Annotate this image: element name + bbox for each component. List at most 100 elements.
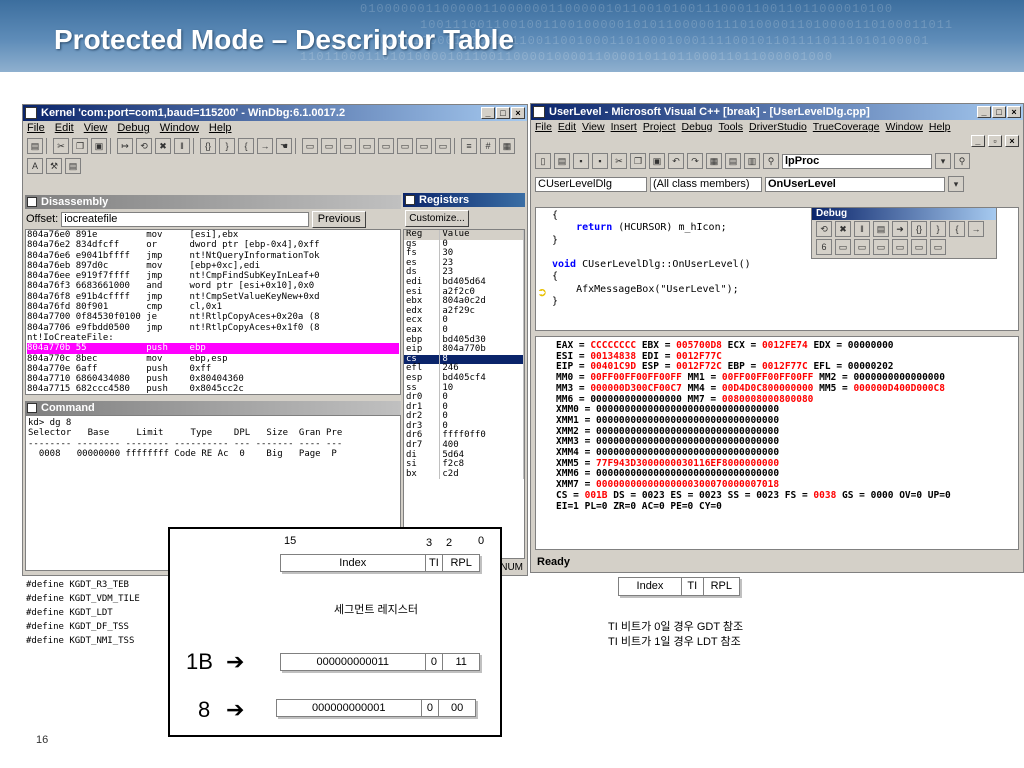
command-window-icon[interactable]: ▭ bbox=[302, 138, 318, 154]
proc-dropdown-arrow-icon[interactable]: ▾ bbox=[935, 153, 951, 169]
run-to-cursor-debug-icon[interactable]: → bbox=[968, 221, 984, 237]
undo-icon[interactable]: ↶ bbox=[668, 153, 684, 169]
cut-icon[interactable]: ✂ bbox=[53, 138, 69, 154]
value-column-header[interactable]: Value bbox=[439, 230, 524, 240]
registers-window-icon[interactable]: ▭ bbox=[359, 138, 375, 154]
vc-cut-icon[interactable]: ✂ bbox=[611, 153, 627, 169]
doc-minimize-button[interactable]: _ bbox=[970, 135, 985, 147]
vc-menu-item[interactable]: TrueCoverage bbox=[813, 120, 880, 135]
function-combo[interactable]: OnUserLevel bbox=[765, 176, 945, 192]
vc-menu-item[interactable]: Edit bbox=[558, 120, 576, 135]
disassembly-line[interactable]: 804a770c 8bec mov ebp,esp bbox=[27, 354, 399, 364]
vc-minimize-button[interactable]: _ bbox=[977, 106, 991, 118]
disassembly-line[interactable]: 804a76fd 80f901 cmp cl,0x1 bbox=[27, 302, 399, 312]
vc-menu-item[interactable]: DriverStudio bbox=[749, 120, 807, 135]
locals-window-icon[interactable]: ▭ bbox=[340, 138, 356, 154]
quickwatch-icon[interactable]: 6 bbox=[816, 239, 832, 255]
menu-view[interactable]: View bbox=[84, 121, 108, 136]
doc-restore-button[interactable]: ▫ bbox=[987, 135, 1002, 147]
disassembly-line[interactable]: 804a76ee e919f7ffff jmp nt!CmpFindSubKey… bbox=[27, 271, 399, 281]
menu-help[interactable]: Help bbox=[209, 121, 232, 136]
restart-icon[interactable]: ⟲ bbox=[136, 138, 152, 154]
vc-menu-item[interactable]: Project bbox=[643, 120, 676, 135]
find-in-files-icon[interactable]: ⚲ bbox=[763, 153, 779, 169]
stop-icon[interactable]: ✖ bbox=[155, 138, 171, 154]
step-out-icon[interactable]: { bbox=[238, 138, 254, 154]
customize-button[interactable]: Customize... bbox=[405, 210, 469, 227]
find-icon[interactable]: ⚲ bbox=[954, 153, 970, 169]
variables-icon[interactable]: ▭ bbox=[854, 239, 870, 255]
disassembly-line[interactable]: 804a76f3 6683661000 and word ptr [esi+0x… bbox=[27, 281, 399, 291]
disassembly-line[interactable]: nt!IoCreateFile: bbox=[27, 333, 399, 343]
window-list-icon[interactable]: ▥ bbox=[744, 153, 760, 169]
menu-edit[interactable]: Edit bbox=[55, 121, 74, 136]
close-button[interactable]: × bbox=[511, 107, 525, 119]
vc-menu-item[interactable]: Insert bbox=[611, 120, 637, 135]
vc-menu-item[interactable]: Tools bbox=[719, 120, 744, 135]
watch-window-icon[interactable]: ▭ bbox=[321, 138, 337, 154]
disassembly-line[interactable]: 804a76e2 834dfcff or dword ptr [ebp-0x4]… bbox=[27, 240, 399, 250]
offset-input[interactable]: iocreatefile bbox=[61, 211, 310, 227]
previous-button[interactable]: Previous bbox=[312, 210, 367, 228]
register-row[interactable]: eip 804a770b bbox=[404, 345, 524, 355]
register-row[interactable]: gs 0 bbox=[404, 239, 524, 250]
vc-paste-icon[interactable]: ▣ bbox=[649, 153, 665, 169]
vc-close-button[interactable]: × bbox=[1007, 106, 1021, 118]
break-execution-icon[interactable]: ‖ bbox=[854, 221, 870, 237]
register-row[interactable]: es 23 bbox=[404, 258, 524, 269]
watch-icon[interactable]: ▭ bbox=[835, 239, 851, 255]
disassembly-icon[interactable]: ▭ bbox=[930, 239, 946, 255]
disassembly-line[interactable]: 804a770e 6aff push 0xff bbox=[27, 364, 399, 374]
vc-copy-icon[interactable]: ❐ bbox=[630, 153, 646, 169]
source-mode-icon[interactable]: ≡ bbox=[461, 138, 477, 154]
doc-close-button[interactable]: × bbox=[1005, 135, 1019, 147]
options-icon[interactable]: ▦ bbox=[499, 138, 515, 154]
callstack-window-icon[interactable]: ▭ bbox=[397, 138, 413, 154]
save-icon[interactable]: ▪ bbox=[573, 153, 589, 169]
disassembly-line[interactable]: 804a76e6 e9041bffff jmp nt!NtQueryInform… bbox=[27, 251, 399, 261]
properties-icon[interactable]: ⚒ bbox=[46, 158, 62, 174]
stop-debug-icon[interactable]: ✖ bbox=[835, 221, 851, 237]
register-row[interactable]: fs 30 bbox=[404, 249, 524, 259]
hand-icon[interactable]: ☚ bbox=[276, 138, 292, 154]
scratchpad-icon[interactable]: ▭ bbox=[435, 138, 451, 154]
disassembly-line[interactable]: 804a7715 682ccc4580 push 0x8045cc2c bbox=[27, 384, 399, 394]
disassembly-line[interactable]: 804a7710 6860434080 push 0x80404360 bbox=[27, 374, 399, 384]
disassembly-line[interactable]: 804a76e0 891e mov [esi],ebx bbox=[27, 230, 399, 240]
disassembly-window-icon[interactable]: ▭ bbox=[416, 138, 432, 154]
save-all-icon[interactable]: ▪ bbox=[592, 153, 608, 169]
vc-menu-item[interactable]: Window bbox=[886, 120, 923, 135]
show-next-statement-icon[interactable]: ➜ bbox=[892, 221, 908, 237]
dock-icon[interactable]: ▤ bbox=[65, 158, 81, 174]
font-icon[interactable]: A bbox=[27, 158, 43, 174]
redo-icon[interactable]: ↷ bbox=[687, 153, 703, 169]
open-folder-icon[interactable]: ▤ bbox=[554, 153, 570, 169]
disassembly-line[interactable]: 804a770b 55 push ebp bbox=[27, 343, 399, 354]
break-icon[interactable]: ‖ bbox=[174, 138, 190, 154]
vc-memory-icon[interactable]: ▭ bbox=[892, 239, 908, 255]
disassembly-line[interactable]: 804a7706 e9fbdd0500 jmp nt!RtlpCopyAces+… bbox=[27, 323, 399, 333]
new-file-icon[interactable]: ▯ bbox=[535, 153, 551, 169]
run-to-cursor-icon[interactable]: → bbox=[257, 138, 273, 154]
apply-code-changes-icon[interactable]: ▤ bbox=[873, 221, 889, 237]
wizard-action-icon[interactable]: ▾ bbox=[948, 176, 964, 192]
vc-menu-item[interactable]: Debug bbox=[682, 120, 713, 135]
minimize-button[interactable]: _ bbox=[481, 107, 495, 119]
proc-combo[interactable]: lpProc bbox=[782, 153, 932, 169]
vc-menu-item[interactable]: Help bbox=[929, 120, 951, 135]
menu-debug[interactable]: Debug bbox=[117, 121, 149, 136]
maximize-button[interactable]: □ bbox=[496, 107, 510, 119]
members-combo[interactable]: (All class members) bbox=[650, 176, 762, 192]
call-stack-icon[interactable]: ▭ bbox=[911, 239, 927, 255]
step-into-debug-icon[interactable]: {} bbox=[911, 221, 927, 237]
vc-registers-icon[interactable]: ▭ bbox=[873, 239, 889, 255]
copy-icon[interactable]: ❐ bbox=[72, 138, 88, 154]
register-row[interactable]: esp bd405cf4 bbox=[404, 373, 524, 384]
workspace-icon[interactable]: ▦ bbox=[706, 153, 722, 169]
go-icon[interactable]: ↦ bbox=[117, 138, 133, 154]
disassembly-line[interactable]: 804a7700 0f84530f0100 je nt!RtlpCopyAces… bbox=[27, 312, 399, 322]
vc-menu-item[interactable]: View bbox=[582, 120, 605, 135]
menu-window[interactable]: Window bbox=[160, 121, 199, 136]
hex-icon[interactable]: # bbox=[480, 138, 496, 154]
register-row[interactable]: bx c2d bbox=[404, 469, 524, 480]
